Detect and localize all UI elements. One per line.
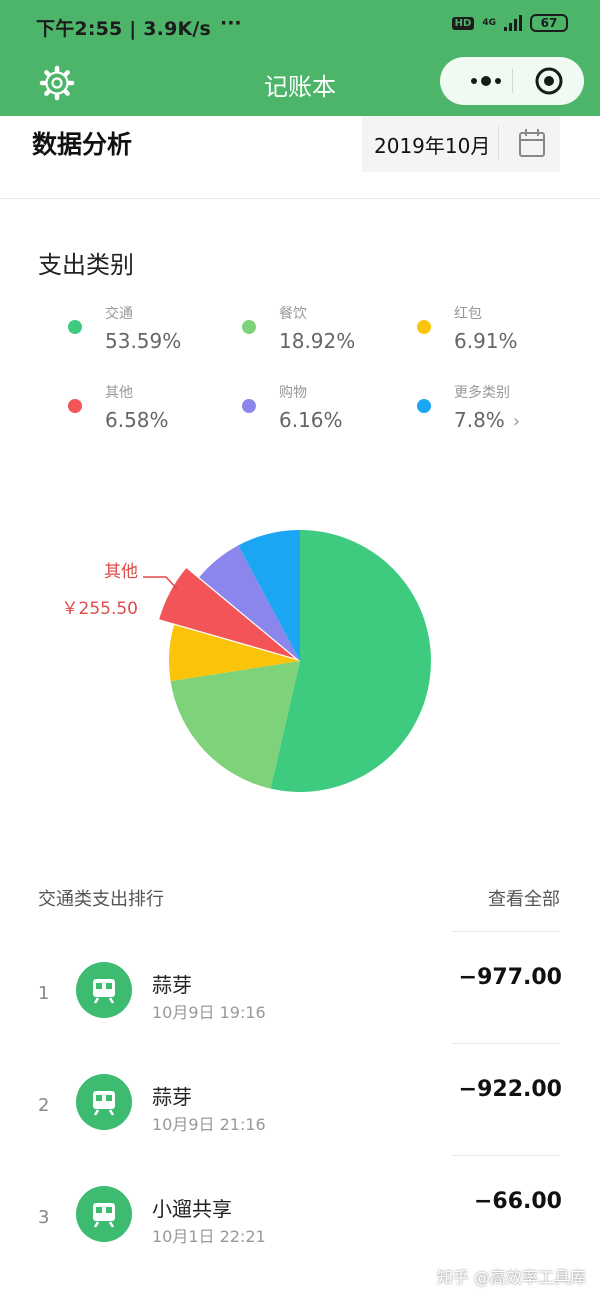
merchant-name: 蒜芽 (152, 1085, 192, 1109)
status-bar: 下午2:55 | 3.9K/s ··· HD 4G 67 (0, 0, 600, 52)
transaction-amount: −922.00 (458, 1077, 562, 1102)
header-divider (0, 198, 600, 199)
legend-pct: 18.92% (279, 329, 356, 353)
legend-item-transport: 交通 53.59% (68, 300, 238, 360)
legend-name: 购物 (279, 385, 307, 401)
month-picker-divider (498, 126, 499, 160)
more-icon[interactable] (462, 69, 510, 93)
legend-pct-value: 7.8% (454, 408, 505, 432)
watermark: 知乎 @高效率工具库 (436, 1268, 586, 1287)
view-all-link[interactable]: 查看全部 (488, 885, 560, 911)
legend-pct: 7.8% › (454, 408, 520, 432)
legend-dot (242, 399, 256, 413)
legend-item-red-packet: 红包 6.91% (417, 300, 587, 360)
legend-name: 其他 (105, 385, 133, 401)
merchant-name: 蒜芽 (152, 973, 192, 997)
category-pie-chart: 其他 ￥255.50 (62, 530, 431, 792)
legend-dot (417, 320, 431, 334)
category-legend: 交通 53.59% 餐饮 18.92% 红包 6.91% 其他 6.58% 购物… (0, 300, 600, 450)
transport-icon (76, 1074, 132, 1130)
ranking-row[interactable]: 1 蒜芽 10月9日 19:16 −977.00 (0, 932, 600, 1044)
page-title: 数据分析 (32, 130, 133, 159)
transaction-time: 10月9日 21:16 (152, 1115, 266, 1134)
merchant-name: 小遛共享 (152, 1197, 232, 1221)
mini-program-capsule (440, 57, 584, 105)
month-picker[interactable]: 2019年10月 (362, 116, 560, 172)
ranking-row[interactable]: 3 小遛共享 10月1日 22:21 −66.00 (0, 1156, 600, 1268)
callout-label: 其他 (104, 562, 138, 582)
transport-icon (76, 1186, 132, 1242)
legend-dot (68, 399, 82, 413)
callout-value: ￥255.50 (62, 599, 138, 619)
rank-index: 2 (38, 1095, 50, 1116)
signal-icon (504, 15, 522, 31)
legend-pct: 6.91% (454, 329, 518, 353)
close-target-icon[interactable] (535, 67, 563, 95)
calendar-icon[interactable] (518, 128, 546, 158)
status-right: HD 4G 67 (451, 14, 568, 32)
ranking-row[interactable]: 2 蒜芽 10月9日 21:16 −922.00 (0, 1044, 600, 1156)
legend-dot (68, 320, 82, 334)
transaction-time: 10月1日 22:21 (152, 1227, 266, 1246)
legend-pct: 53.59% (105, 329, 182, 353)
legend-name: 更多类别 (454, 385, 510, 401)
legend-dot (417, 399, 431, 413)
legend-item-dining: 餐饮 18.92% (242, 300, 412, 360)
battery-icon: 67 (530, 14, 568, 32)
transaction-amount: −66.00 (473, 1189, 562, 1214)
transport-icon (76, 962, 132, 1018)
status-time: 下午2:55 | 3.9K/s (36, 18, 212, 40)
capsule-divider (512, 69, 513, 93)
legend-item-other: 其他 6.58% (68, 379, 238, 439)
rank-index: 3 (38, 1207, 50, 1228)
status-more-dots: ··· (220, 12, 242, 34)
legend-pct: 6.58% (105, 408, 169, 432)
ranking-title: 交通类支出排行 (38, 889, 164, 910)
legend-item-shopping: 购物 6.16% (242, 379, 412, 439)
month-label: 2019年10月 (374, 134, 491, 158)
category-section-title: 支出类别 (38, 251, 134, 279)
legend-name: 红包 (454, 306, 482, 322)
legend-pct: 6.16% (279, 408, 343, 432)
transaction-time: 10月9日 19:16 (152, 1003, 266, 1022)
network-label: 4G (482, 17, 496, 28)
legend-name: 餐饮 (279, 306, 307, 322)
nav-bar: 记账本 (0, 52, 600, 116)
legend-item-more-categories[interactable]: 更多类别 7.8% › (417, 379, 587, 439)
transaction-amount: −977.00 (458, 965, 562, 990)
legend-name: 交通 (105, 306, 133, 322)
hd-badge: HD (451, 16, 475, 30)
legend-dot (242, 320, 256, 334)
chevron-right-icon: › (512, 411, 521, 432)
rank-index: 1 (38, 983, 50, 1004)
